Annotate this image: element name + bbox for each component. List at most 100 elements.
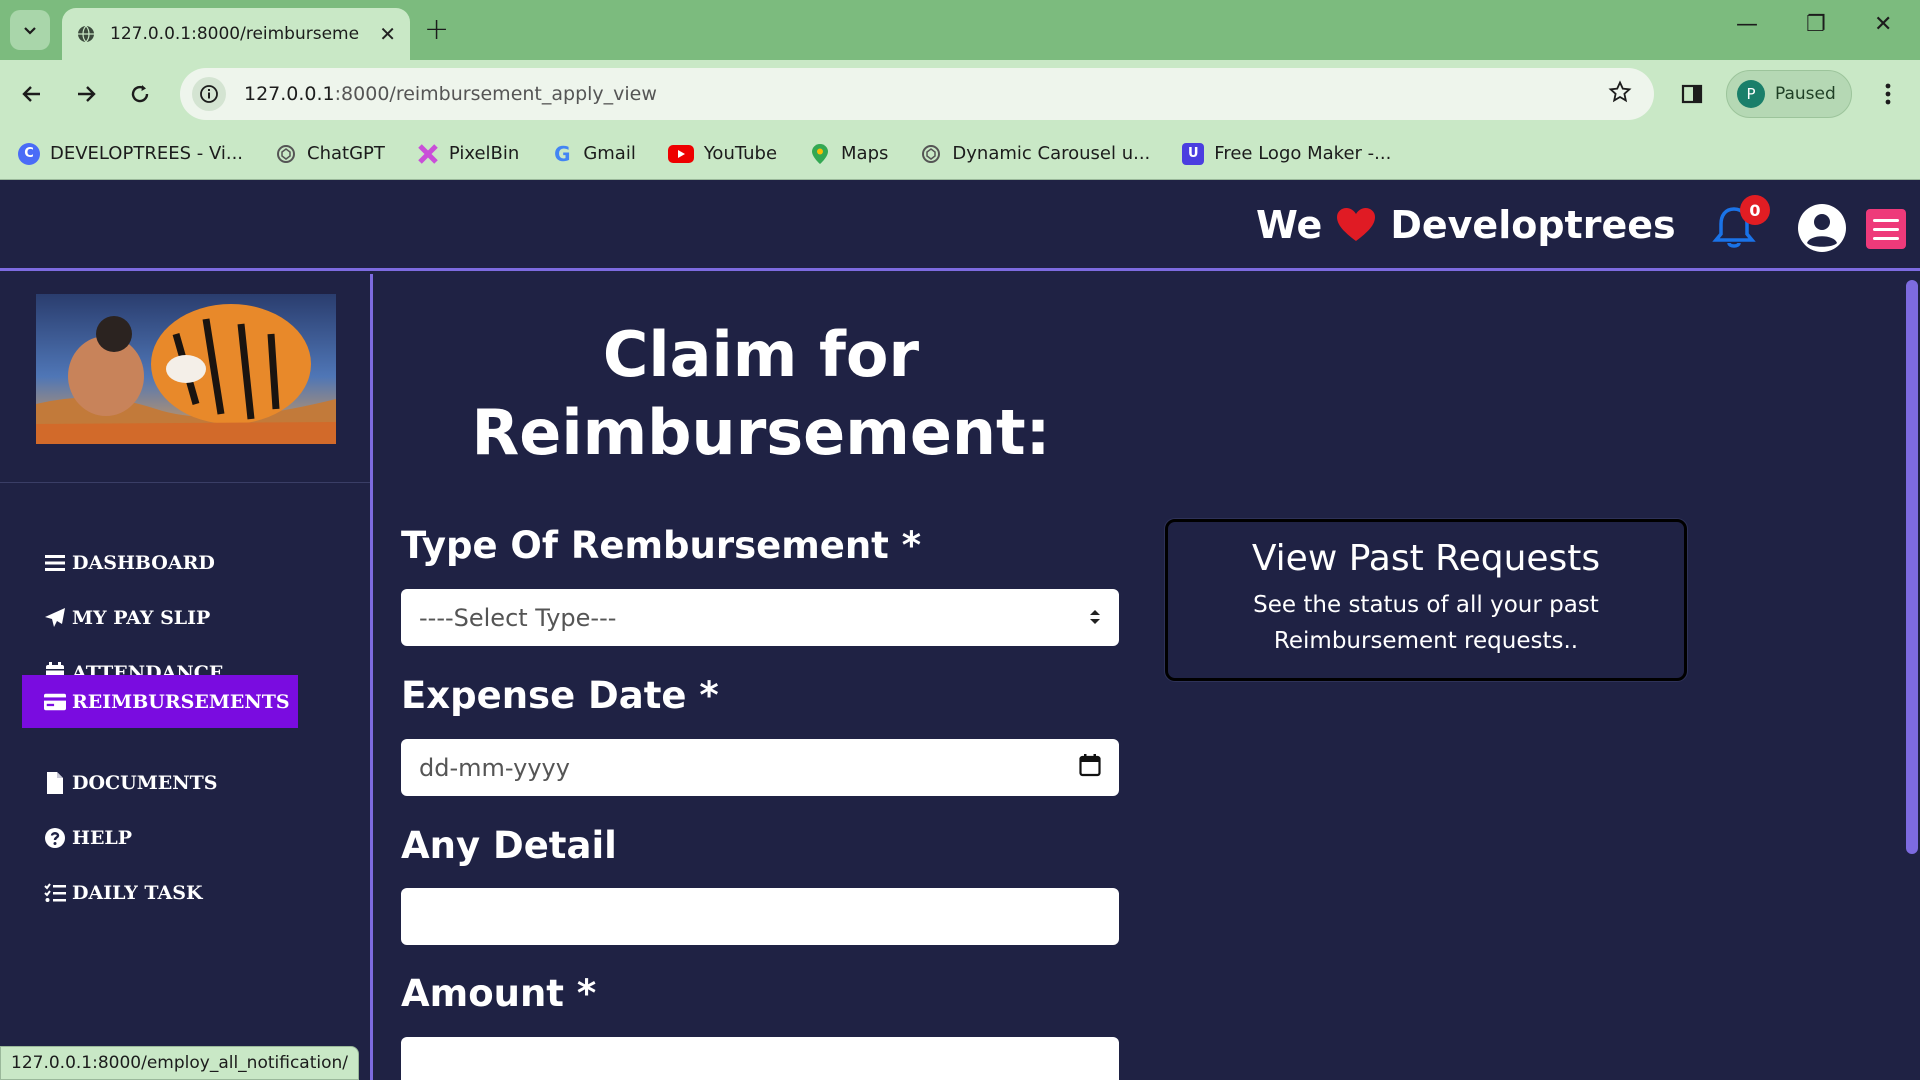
sidebar-item-label: MY PAY SLIP [72,606,211,629]
sidebar: DASHBOARD MY PAY SLIP ATTENDANCE REIMBUR… [0,274,373,1080]
side-panel-icon[interactable] [1676,78,1708,110]
bookmark-label: Dynamic Carousel u... [952,143,1151,164]
pixelbin-icon [417,143,439,165]
menu-line [1873,236,1899,240]
page-title: Claim for Reimbursement: [471,318,1051,469]
scrollbar-thumb[interactable] [1906,280,1918,854]
window-close-icon[interactable]: ✕ [1874,12,1892,37]
globe-icon [78,25,94,43]
past-requests-description: See the status of all your past Reimburs… [1253,592,1599,654]
detail-input[interactable] [401,888,1119,945]
bookmark-maps[interactable]: Maps [809,143,888,165]
bookmark-dynamic-carousel[interactable]: Dynamic Carousel u... [920,143,1150,165]
browser-tab[interactable]: 127.0.0.1:8000/reimbursement_ ✕ [62,8,410,60]
sidebar-item-label: REIMBURSEMENTS [72,690,290,713]
google-icon: G [554,141,571,166]
bookmark-youtube[interactable]: YouTube [667,143,778,164]
bookmark-star-icon[interactable] [1608,80,1632,108]
sidebar-item-documents[interactable]: DOCUMENTS [22,756,217,809]
sidebar-item-label: HELP [72,826,133,849]
youtube-icon [667,144,694,163]
tab-search-button[interactable] [10,10,50,50]
url-text: 127.0.0.1:8000/reimbursement_apply_view [244,83,657,105]
tab-title: 127.0.0.1:8000/reimbursement_ [110,24,360,44]
browser-toolbar: 127.0.0.1:8000/reimbursement_apply_view … [0,60,1920,128]
user-account-icon[interactable] [1797,203,1847,257]
bars-icon [44,552,66,574]
bookmark-developtrees[interactable]: C DEVELOPTREES - Vi... [18,142,244,165]
type-label: Type Of Rembursement * [401,524,922,567]
maps-icon [809,143,831,165]
past-requests-title: View Past Requests [1251,538,1601,579]
main-content: Claim for Reimbursement: Type Of Remburs… [376,274,1902,1080]
select-arrows-icon [1089,604,1101,632]
new-tab-button[interactable]: + [424,12,449,47]
calendar-picker-icon[interactable] [1079,753,1101,783]
avatar: P [1737,80,1765,108]
kebab-menu-icon[interactable] [1872,78,1904,110]
site-info-icon[interactable] [192,77,226,111]
sidebar-item-reimbursements[interactable]: REIMBURSEMENTS [22,675,298,728]
status-bar-url: 127.0.0.1:8000/employ_all_notification/ [0,1046,360,1080]
chevron-down-icon [24,27,36,35]
question-circle-icon [44,827,66,849]
sidebar-item-help[interactable]: HELP [22,811,132,864]
chatgpt-icon [275,143,297,165]
bookmark-pixelbin[interactable]: PixelBin [417,143,519,165]
select-value: ----Select Type--- [419,603,617,632]
brand-name: Developtrees [1390,203,1676,247]
credit-card-icon [44,691,66,713]
url-path: :8000/reimbursement_apply_view [334,83,657,105]
bookmark-label: Maps [841,143,889,164]
bookmark-label: PixelBin [448,143,520,164]
brand-we: We [1256,203,1323,247]
sidebar-divider [0,482,370,483]
forward-icon[interactable] [70,78,102,110]
reimbursement-type-select[interactable]: ----Select Type--- [401,589,1119,646]
sidebar-item-my-pay-slip[interactable]: MY PAY SLIP [22,591,210,644]
brand-title: We Developtrees [1256,203,1676,247]
hamburger-menu-button[interactable] [1866,209,1906,249]
browser-tab-strip: 127.0.0.1:8000/reimbursement_ ✕ + — ❐ ✕ [0,0,1920,60]
bookmark-label: ChatGPT [307,143,385,164]
view-past-requests-card[interactable]: View Past Requests See the status of all… [1165,519,1687,681]
sidebar-item-label: DASHBOARD [72,551,215,574]
profile-status: Paused [1775,84,1836,104]
file-icon [44,771,66,794]
back-icon[interactable] [16,78,48,110]
bookmark-label: Free Logo Maker -... [1214,143,1392,164]
tab-close-icon[interactable]: ✕ [379,22,396,46]
heart-icon [1337,208,1376,241]
bookmark-logo-maker[interactable]: U Free Logo Maker -... [1182,142,1392,165]
chatgpt-icon [920,143,942,165]
menu-line [1873,227,1899,231]
sidebar-item-dashboard[interactable]: DASHBOARD [22,536,215,589]
address-bar[interactable]: 127.0.0.1:8000/reimbursement_apply_view [180,68,1654,120]
expense-date-label: Expense Date * [401,674,719,717]
bookmark-label: YouTube [703,143,778,164]
bookmark-gmail[interactable]: G Gmail [551,141,636,166]
app-header: We Developtrees 0 [0,181,1920,271]
menu-line [1873,218,1899,222]
sidebar-item-label: DAILY TASK [72,881,203,904]
profile-button[interactable]: P Paused [1726,70,1852,118]
sidebar-item-daily-task[interactable]: DAILY TASK [22,866,203,919]
date-placeholder: dd-mm-yyyy [419,753,570,782]
notification-count-badge: 0 [1740,195,1770,225]
bookmark-label: DEVELOPTREES - Vi... [50,143,244,164]
expense-date-input[interactable]: dd-mm-yyyy [401,739,1119,796]
bookmarks-bar: C DEVELOPTREES - Vi... ChatGPT PixelBin … [0,128,1920,180]
amount-label: Amount * [401,972,597,1015]
amount-input[interactable] [401,1037,1119,1080]
sidebar-banner-image [36,294,336,444]
bookmark-chatgpt[interactable]: ChatGPT [275,143,385,165]
bookmark-label: Gmail [583,143,636,164]
reload-icon[interactable] [124,78,156,110]
restore-icon[interactable]: ❐ [1806,12,1826,37]
list-check-icon [44,882,66,904]
sidebar-item-label: DOCUMENTS [72,771,218,794]
developtrees-icon: C [18,142,40,165]
paper-plane-icon [44,607,66,629]
url-host: 127.0.0.1 [244,83,335,105]
minimize-icon[interactable]: — [1736,12,1758,37]
